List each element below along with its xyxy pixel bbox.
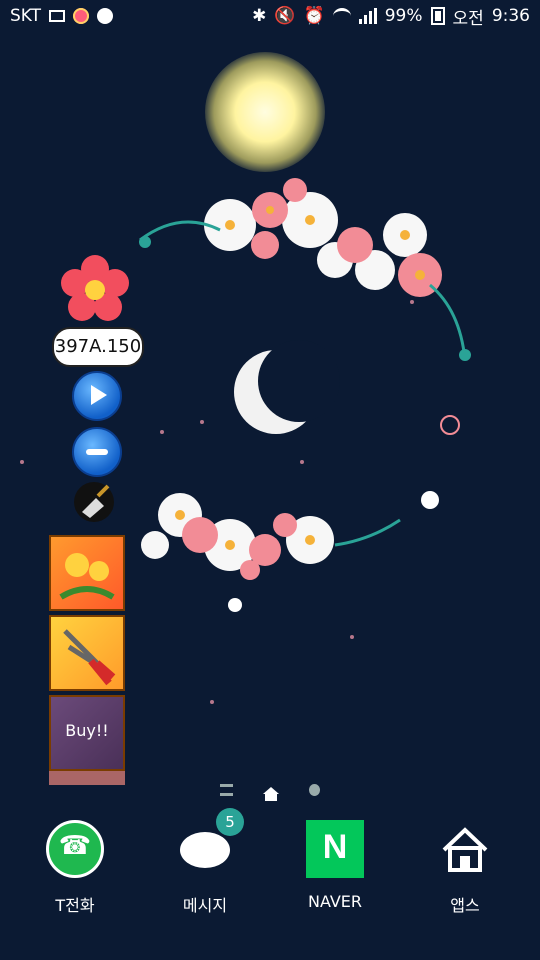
page-indicator [220,780,320,801]
dock-label: 메시지 [182,896,228,915]
clock: 9:36 [491,6,530,26]
buy-tile[interactable]: Buy!! [49,695,125,771]
flower-wreath [139,178,471,612]
page-home-icon[interactable] [262,786,279,801]
dandelion-tile[interactable] [49,535,125,611]
sparkle-dot [210,700,214,704]
bluetooth-icon: ✱ [252,6,267,26]
minus-icon [86,449,108,455]
sparkle-dot [200,420,204,424]
minimize-button[interactable] [72,427,122,477]
message-icon: 5 [176,808,244,878]
image-icon [49,10,66,22]
unread-badge: 5 [216,808,244,836]
alarm-icon: ⏰ [303,6,325,26]
house-icon [442,827,488,872]
apps-home-icon [436,820,494,878]
signal-icon [358,8,377,24]
trowel-icon [82,484,110,518]
dock-item-naver[interactable]: N NAVER [280,820,390,911]
dandelion-icon [59,553,115,600]
dock-label: 앱스 [450,896,480,915]
status-left: SKT [10,6,114,26]
status-bar: SKT ✱ 🔇 ⏰ 99% 오전 9:36 [0,0,540,32]
dock-item-tphone[interactable]: T전화 [20,820,130,916]
sparkle-dot [300,460,304,464]
score-counter: 397A.150 [52,327,144,367]
battery-icon [430,7,445,25]
flower-icon[interactable] [60,255,130,325]
sparkle-dot [160,430,164,434]
time-prefix: 오전 [452,8,484,29]
naver-icon: N [306,820,364,878]
dock-label: NAVER [307,892,363,911]
swirl-icon [97,8,114,24]
shears-tile[interactable] [49,615,125,691]
tile-peek [49,771,125,785]
status-right: ✱ 🔇 ⏰ 99% 오전 9:36 [252,4,530,29]
page-list-icon[interactable] [220,784,233,796]
naver-glyph: N [322,828,348,866]
app-dock: T전화 5 메시지 N NAVER 앱스 [0,808,540,940]
mute-icon: 🔇 [274,6,296,26]
message-bubble-icon [180,832,230,868]
play-button[interactable] [72,371,122,421]
dock-item-messages[interactable]: 5 메시지 [150,808,260,916]
carrier-label: SKT [10,6,42,26]
sparkle-dot [350,635,354,639]
wifi-icon [332,8,351,24]
buy-label: Buy!! [65,721,109,740]
dock-item-apps[interactable]: 앱스 [410,820,520,916]
dock-label: T전화 [55,896,95,915]
shears-icon [63,629,116,686]
page-dot-icon[interactable] [308,784,320,796]
play-icon [91,385,107,405]
battery-percent: 99% [384,6,423,26]
trowel-button[interactable] [74,482,114,522]
phone-icon [46,820,104,878]
sparkle-dot [20,460,24,464]
flower-icon [73,8,90,24]
sparkle-dot [410,300,414,304]
